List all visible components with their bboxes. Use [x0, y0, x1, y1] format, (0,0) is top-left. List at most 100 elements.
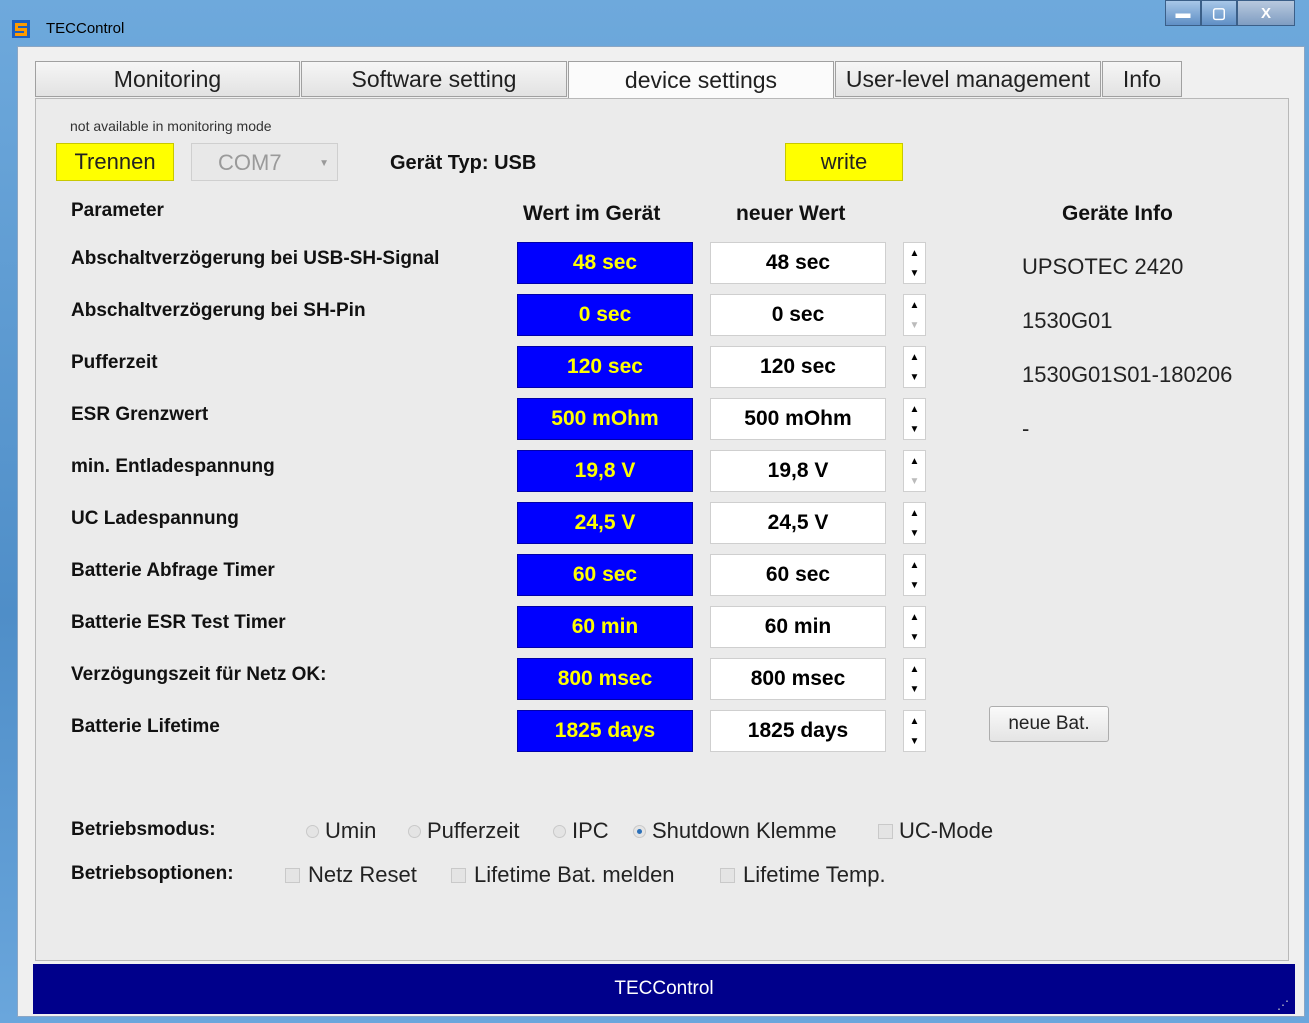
radio-icon[interactable]: [306, 824, 319, 838]
checkbox-icon[interactable]: [878, 823, 893, 839]
uc-mode-label: UC-Mode: [899, 818, 994, 843]
port-value: COM7: [218, 150, 282, 175]
parameter-header: Parameter: [71, 200, 164, 221]
device-info-model: UPSOTEC 2420: [1022, 254, 1184, 279]
new-value-input[interactable]: 24,5 V: [710, 502, 886, 544]
device-info-header: Geräte Info: [1062, 202, 1173, 225]
new-value-input[interactable]: 500 mOhm: [710, 398, 886, 440]
new-value-header: neuer Wert: [736, 202, 846, 225]
arrow-down-icon[interactable]: ▼: [904, 419, 925, 439]
arrow-up-icon[interactable]: ▲: [904, 347, 925, 367]
arrow-down-icon[interactable]: ▼: [904, 315, 925, 335]
arrow-up-icon[interactable]: ▲: [904, 607, 925, 627]
device-value: 0 sec: [517, 294, 693, 336]
arrow-up-icon[interactable]: ▲: [904, 503, 925, 523]
new-battery-button[interactable]: neue Bat.: [989, 706, 1109, 742]
value-spinner[interactable]: ▲ ▼: [903, 346, 926, 388]
write-button[interactable]: write: [785, 143, 903, 181]
mode-radio-pufferzeit[interactable]: Pufferzeit: [408, 818, 520, 844]
new-value-input[interactable]: 48 sec: [710, 242, 886, 284]
arrow-down-icon[interactable]: ▼: [904, 575, 925, 595]
resize-grip-icon[interactable]: ⋰: [1277, 998, 1289, 1012]
checkbox-icon[interactable]: [720, 867, 735, 883]
arrow-up-icon[interactable]: ▲: [904, 295, 925, 315]
arrow-down-icon[interactable]: ▼: [904, 679, 925, 699]
value-spinner[interactable]: ▲ ▼: [903, 710, 926, 752]
device-value: 48 sec: [517, 242, 693, 284]
arrow-up-icon[interactable]: ▲: [904, 659, 925, 679]
value-spinner[interactable]: ▲ ▼: [903, 450, 926, 492]
device-value: 800 msec: [517, 658, 693, 700]
value-spinner[interactable]: ▲ ▼: [903, 502, 926, 544]
option-label: Lifetime Bat. melden: [474, 862, 675, 887]
arrow-up-icon[interactable]: ▲: [904, 555, 925, 575]
status-bar-text: TECControl: [614, 978, 714, 999]
option-lifetime-bat[interactable]: Lifetime Bat. melden: [451, 862, 675, 888]
arrow-down-icon[interactable]: ▼: [904, 471, 925, 491]
monitoring-mode-note: not available in monitoring mode: [70, 118, 272, 134]
param-label: Verzögungszeit für Netz OK:: [71, 664, 327, 685]
radio-selected-icon[interactable]: [633, 824, 646, 838]
device-value: 1825 days: [517, 710, 693, 752]
radio-icon[interactable]: [408, 824, 421, 838]
new-value-input[interactable]: 120 sec: [710, 346, 886, 388]
device-info-hardware: 1530G01: [1022, 308, 1113, 333]
checkbox-icon[interactable]: [285, 867, 300, 883]
arrow-down-icon[interactable]: ▼: [904, 523, 925, 543]
uc-mode-checkbox[interactable]: UC-Mode: [878, 818, 993, 844]
new-value-input[interactable]: 1825 days: [710, 710, 886, 752]
option-netz-reset[interactable]: Netz Reset: [285, 862, 417, 888]
param-label: Abschaltverzögerung bei SH-Pin: [71, 300, 366, 321]
value-spinner[interactable]: ▲ ▼: [903, 554, 926, 596]
minimize-button[interactable]: ▬: [1165, 0, 1201, 26]
mode-radio-umin[interactable]: Umin: [306, 818, 376, 844]
arrow-up-icon[interactable]: ▲: [904, 711, 925, 731]
value-spinner[interactable]: ▲ ▼: [903, 658, 926, 700]
value-spinner[interactable]: ▲ ▼: [903, 242, 926, 284]
checkbox-icon[interactable]: [451, 867, 466, 883]
arrow-down-icon[interactable]: ▼: [904, 627, 925, 647]
value-spinner[interactable]: ▲ ▼: [903, 294, 926, 336]
arrow-up-icon[interactable]: ▲: [904, 399, 925, 419]
device-info-firmware: 1530G01S01-180206: [1022, 362, 1233, 387]
mode-radio-shutdown-klemme[interactable]: Shutdown Klemme: [633, 818, 837, 844]
minimize-icon: ▬: [1175, 4, 1191, 22]
chevron-down-icon: ▼: [319, 158, 329, 169]
maximize-icon: ▢: [1211, 5, 1227, 22]
operating-options-label: Betriebsoptionen:: [71, 863, 234, 884]
device-value: 60 min: [517, 606, 693, 648]
arrow-up-icon[interactable]: ▲: [904, 451, 925, 471]
option-label: Lifetime Temp.: [743, 862, 886, 887]
value-spinner[interactable]: ▲ ▼: [903, 606, 926, 648]
port-select[interactable]: COM7 ▼: [191, 143, 338, 181]
new-value-input[interactable]: 60 sec: [710, 554, 886, 596]
tab-info[interactable]: Info: [1102, 61, 1182, 97]
maximize-button[interactable]: ▢: [1201, 0, 1237, 26]
client-area: Monitoring Software setting device setti…: [17, 46, 1305, 1017]
param-label: Batterie Lifetime: [71, 716, 220, 737]
arrow-up-icon[interactable]: ▲: [904, 243, 925, 263]
tab-monitoring[interactable]: Monitoring: [35, 61, 300, 97]
close-icon: X: [1260, 4, 1271, 22]
tab-device-settings[interactable]: device settings: [568, 61, 834, 99]
new-value-input[interactable]: 60 min: [710, 606, 886, 648]
disconnect-button[interactable]: Trennen: [56, 143, 174, 181]
arrow-down-icon[interactable]: ▼: [904, 731, 925, 751]
param-label: min. Entladespannung: [71, 456, 275, 477]
title-bar[interactable]: TECControl ▬ ▢ X: [0, 0, 1309, 44]
option-lifetime-temp[interactable]: Lifetime Temp.: [720, 862, 886, 888]
close-button[interactable]: X: [1237, 0, 1295, 26]
new-value-input[interactable]: 800 msec: [710, 658, 886, 700]
new-value-input[interactable]: 0 sec: [710, 294, 886, 336]
value-spinner[interactable]: ▲ ▼: [903, 398, 926, 440]
new-value-input[interactable]: 19,8 V: [710, 450, 886, 492]
arrow-down-icon[interactable]: ▼: [904, 263, 925, 283]
tab-bar: Monitoring Software setting device setti…: [35, 61, 1183, 99]
device-value: 500 mOhm: [517, 398, 693, 440]
tab-user-level-management[interactable]: User-level management: [835, 61, 1101, 97]
mode-radio-ipc[interactable]: IPC: [553, 818, 609, 844]
tab-software-setting[interactable]: Software setting: [301, 61, 567, 97]
arrow-down-icon[interactable]: ▼: [904, 367, 925, 387]
param-label: ESR Grenzwert: [71, 404, 209, 425]
radio-icon[interactable]: [553, 824, 566, 838]
